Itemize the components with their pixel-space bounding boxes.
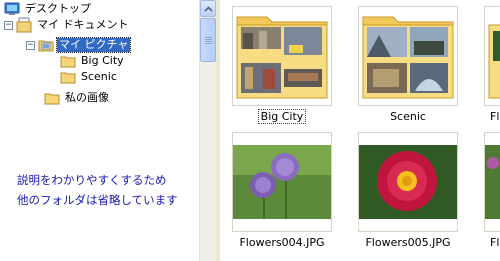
tree-label-my-pictures: マイ ピクチャ bbox=[55, 37, 132, 53]
thumbnail-label: Scenic bbox=[390, 110, 426, 123]
folder-icon bbox=[60, 53, 76, 69]
folder-thumbnail bbox=[358, 6, 458, 106]
tree-label-my-images: 私の画像 bbox=[65, 91, 109, 104]
documents-icon bbox=[16, 17, 32, 33]
thumbnail-label: Flowers004.JPG bbox=[239, 236, 325, 249]
tree-item-scenic[interactable]: Scenic bbox=[60, 69, 119, 85]
flower-photo bbox=[233, 145, 331, 219]
collapse-toggle-pictures[interactable]: − bbox=[26, 40, 35, 50]
folder-preview-icon bbox=[236, 16, 328, 99]
tree-label-desktop: デスクトップ bbox=[25, 2, 91, 15]
thumbnail-label: Fl bbox=[490, 236, 500, 249]
desktop-icon bbox=[4, 1, 20, 17]
folder-preview-icon bbox=[362, 16, 454, 99]
thumbnail-label: Flowers005.JPG bbox=[365, 236, 451, 249]
tree-label-big-city: Big City bbox=[81, 54, 124, 67]
thumbnail-view: Big City Scenic Fl Flowers004.JPG Flower… bbox=[220, 0, 500, 261]
annotation-note: 説明をわかりやすくするため 他のフォルダは省略しています bbox=[17, 170, 178, 210]
image-thumbnail bbox=[484, 132, 500, 232]
image-thumbnail bbox=[358, 132, 458, 232]
flower-photo bbox=[359, 145, 457, 219]
annotation-line-2: 他のフォルダは省略しています bbox=[17, 193, 178, 207]
tree-scrollbar[interactable] bbox=[199, 0, 216, 261]
scroll-up-arrow-icon bbox=[203, 5, 213, 12]
folder-thumbnail bbox=[232, 6, 332, 106]
thumbnail-label: Big City bbox=[257, 109, 307, 124]
folder-thumbnail bbox=[484, 6, 500, 106]
collapse-toggle-documents[interactable]: − bbox=[4, 20, 13, 30]
tree-item-my-pictures[interactable]: − マイ ピクチャ bbox=[26, 37, 132, 53]
folder-icon bbox=[60, 69, 76, 85]
tree-item-big-city[interactable]: Big City bbox=[60, 53, 126, 69]
tree-label-scenic: Scenic bbox=[81, 70, 117, 83]
image-thumbnail bbox=[232, 132, 332, 232]
scroll-thumb[interactable] bbox=[200, 18, 216, 62]
folder-icon bbox=[44, 90, 60, 106]
folder-tree-pane: デスクトップ − マイ ドキュメント − マイ ピクチャ Big City Sc… bbox=[0, 0, 199, 261]
tree-label-my-documents: マイ ドキュメント bbox=[37, 18, 129, 31]
tree-item-my-images[interactable]: 私の画像 bbox=[44, 90, 111, 106]
folder-preview-icon bbox=[488, 24, 500, 99]
flower-photo bbox=[485, 145, 500, 219]
annotation-line-1: 説明をわかりやすくするため bbox=[17, 173, 167, 187]
tree-item-my-documents[interactable]: − マイ ドキュメント bbox=[4, 17, 131, 33]
thumbnail-label: Fl bbox=[490, 110, 500, 123]
pictures-folder-icon bbox=[38, 37, 54, 53]
tree-item-desktop[interactable]: デスクトップ bbox=[4, 1, 93, 17]
scroll-up-button[interactable] bbox=[200, 0, 216, 17]
